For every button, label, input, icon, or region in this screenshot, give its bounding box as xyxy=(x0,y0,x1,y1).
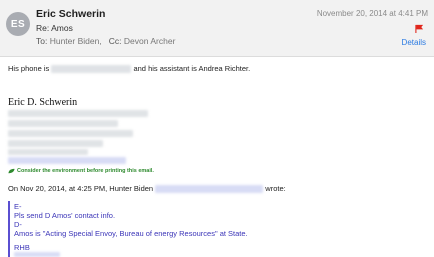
quote-bar xyxy=(8,201,10,257)
reply-suffix: wrote: xyxy=(265,184,286,193)
message-date: November 20, 2014 at 4:41 PM xyxy=(316,9,428,18)
signature-name: Eric D. Schwerin xyxy=(8,97,78,108)
to-label: To: xyxy=(36,36,48,46)
header-divider xyxy=(0,56,434,57)
to-recipient[interactable]: Hunter Biden, xyxy=(50,36,102,46)
redacted-sender-email xyxy=(155,185,264,194)
leaf-icon xyxy=(8,168,15,174)
reply-prefix: On Nov 20, 2014, at 4:25 PM, Hunter Bide… xyxy=(8,184,154,193)
flag-icon[interactable] xyxy=(415,24,424,33)
quoted-line: Amos is "Acting Special Envoy, Bureau of… xyxy=(14,229,248,238)
quoted-line: E- xyxy=(14,202,22,211)
eco-note-text: Consider the environment before printing… xyxy=(17,168,154,174)
redacted-signature-line xyxy=(8,130,133,137)
phone-suffix: and his assistant is Andrea Richter. xyxy=(133,64,251,73)
redacted-phone xyxy=(51,65,132,74)
eco-note: Consider the environment before printing… xyxy=(8,168,154,174)
quoted-line: Pls send D Amos' contact info. xyxy=(14,211,116,220)
quoted-line: D- xyxy=(14,220,22,229)
redacted-signature-line xyxy=(8,140,103,147)
redacted-quoted-line xyxy=(14,252,60,257)
cc-label: Cc: xyxy=(108,36,122,46)
phone-line: His phone is and his assistant is Andrea… xyxy=(8,64,251,74)
message-subject: Re: Amos xyxy=(36,23,73,33)
quoted-signoff: RHB xyxy=(14,243,30,252)
redacted-signature-line xyxy=(8,110,148,117)
reply-attribution: On Nov 20, 2014, at 4:25 PM, Hunter Bide… xyxy=(8,184,286,194)
details-link[interactable]: Details xyxy=(402,38,426,47)
recipients-line: To: Hunter Biden, Cc: Devon Archer xyxy=(36,36,175,46)
redacted-signature-line xyxy=(8,120,118,127)
redacted-email-link[interactable] xyxy=(8,157,126,164)
cc-recipient[interactable]: Devon Archer xyxy=(124,36,176,46)
phone-prefix: His phone is xyxy=(8,64,50,73)
redacted-signature-line xyxy=(8,149,88,155)
sender-name[interactable]: Eric Schwerin xyxy=(36,8,105,20)
avatar: ES xyxy=(6,12,30,36)
